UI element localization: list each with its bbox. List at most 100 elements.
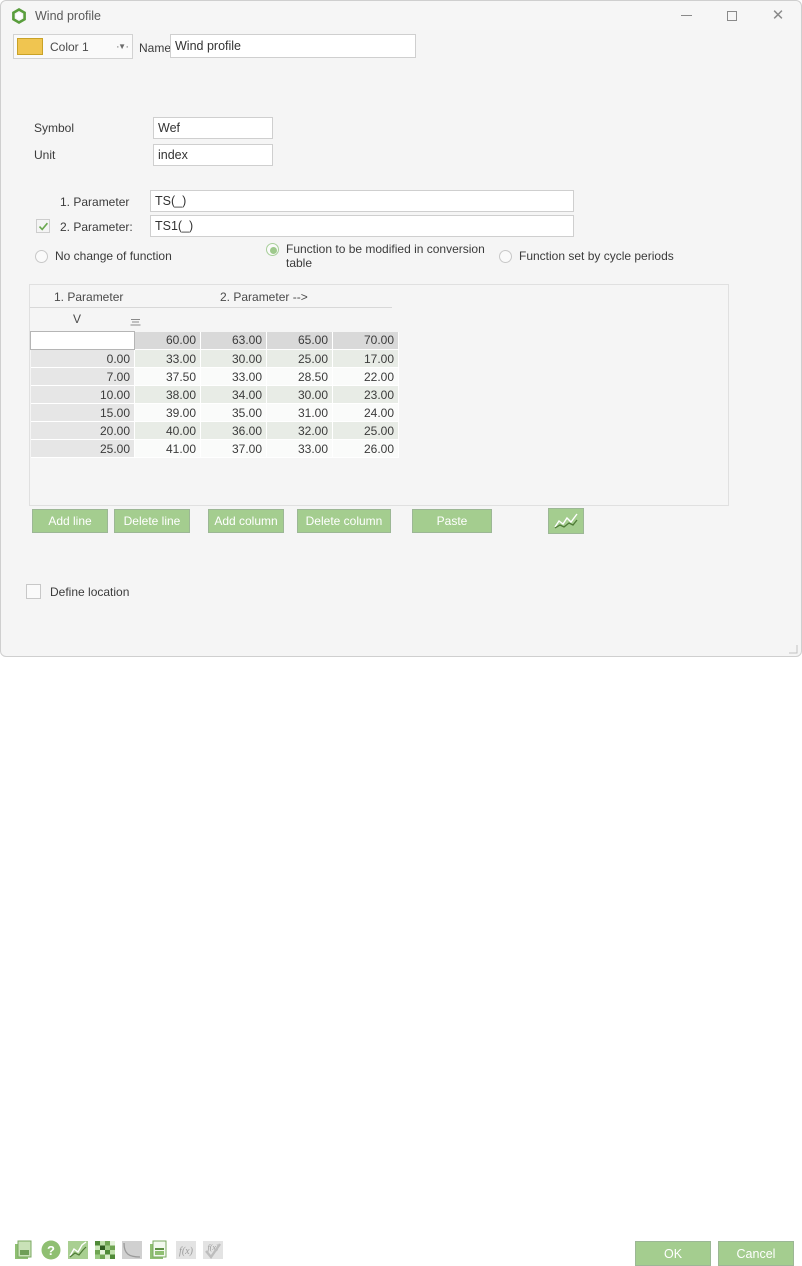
table-cell[interactable]: 33.00	[200, 367, 267, 386]
table-header-param2: 2. Parameter -->	[220, 290, 308, 304]
radio-function-modified-in-conversion-table[interactable]: Function to be modified in conversion ta…	[266, 242, 501, 270]
table-row-header[interactable]: 25.00	[30, 439, 135, 458]
table-cell[interactable]: 33.00	[134, 349, 201, 368]
table-cell[interactable]: 30.00	[266, 385, 333, 404]
table-body: 60.00 63.00 65.00 70.00 0.00 33.00 30.00…	[30, 331, 399, 458]
table-row-header[interactable]: 0.00	[30, 349, 135, 368]
radio-label: Function set by cycle periods	[519, 249, 674, 263]
param2-input[interactable]: TS1(_)	[150, 215, 574, 237]
name-input[interactable]: Wind profile	[170, 34, 416, 58]
table-subheader-row: V	[30, 308, 392, 331]
param2-label: 2. Parameter:	[60, 220, 133, 234]
table-cell[interactable]: 17.00	[332, 349, 399, 368]
help-question-icon[interactable]: ?	[40, 1239, 62, 1261]
align-lines-icon[interactable]	[130, 316, 141, 330]
radio-label: No change of function	[55, 249, 172, 263]
wind-profile-dialog: Wind profile ✕ Color 1 ▼ ··· Name: Wind …	[0, 0, 802, 1266]
radio-no-change-of-function[interactable]: No change of function	[35, 249, 172, 263]
table-cell[interactable]: 37.50	[134, 367, 201, 386]
matrix-grid-icon[interactable]	[94, 1239, 116, 1261]
function-fx-check-icon[interactable]: f(x)	[202, 1239, 224, 1261]
table-column-header[interactable]: 63.00	[200, 331, 267, 350]
function-fx-icon[interactable]: f(x)	[175, 1239, 197, 1261]
resize-grip[interactable]	[788, 643, 798, 654]
maximize-icon	[727, 10, 737, 21]
table-symbol-label: V	[73, 312, 82, 326]
table-cell[interactable]: 36.00	[200, 421, 267, 440]
table-row-header[interactable]: 7.00	[30, 367, 135, 386]
table-row-header[interactable]: 15.00	[30, 403, 135, 422]
table-cell[interactable]: 32.00	[266, 421, 333, 440]
symbol-input[interactable]: Wef	[153, 117, 273, 139]
color-more-button[interactable]: ···	[113, 34, 133, 59]
window-title: Wind profile	[35, 8, 101, 23]
radio-icon-selected	[266, 243, 279, 256]
document-table-icon[interactable]	[148, 1239, 170, 1261]
radio-icon	[35, 250, 48, 263]
table-header-row: 1. Parameter 2. Parameter -->	[30, 285, 392, 308]
table-cell[interactable]: 35.00	[200, 403, 267, 422]
table-cell[interactable]: 26.00	[332, 439, 399, 458]
table-cell[interactable]: 23.00	[332, 385, 399, 404]
table-column-header[interactable]: 60.00	[134, 331, 201, 350]
minimize-button[interactable]	[663, 1, 709, 30]
table-column-header[interactable]: 70.00	[332, 331, 399, 350]
ok-button[interactable]: OK	[635, 1241, 711, 1266]
unit-label: Unit	[34, 148, 56, 162]
table-corner-cell[interactable]	[30, 331, 135, 350]
cancel-button[interactable]: Cancel	[718, 1241, 794, 1266]
color-swatch	[17, 38, 43, 55]
color-name-toolbar: Color 1 ▼ ··· Name: Wind profile	[1, 30, 801, 66]
table-row: 15.00 39.00 35.00 31.00 24.00	[30, 403, 399, 422]
param1-label: 1. Parameter	[60, 195, 130, 209]
table-cell[interactable]: 25.00	[266, 349, 333, 368]
add-line-button[interactable]: Add line	[32, 509, 108, 533]
unit-input[interactable]: index	[153, 144, 273, 166]
table-cell[interactable]: 25.00	[332, 421, 399, 440]
symbol-label: Symbol	[34, 121, 75, 135]
param1-input[interactable]: TS(_)	[150, 190, 574, 212]
table-row-header[interactable]: 10.00	[30, 385, 135, 404]
close-button[interactable]: ✕	[755, 1, 801, 30]
document-copy-icon[interactable]	[13, 1239, 35, 1261]
table-cell[interactable]: 31.00	[266, 403, 333, 422]
check-icon	[38, 222, 48, 231]
table-cell[interactable]: 22.00	[332, 367, 399, 386]
function-mode-group: No change of function Function to be mod…	[1, 242, 801, 276]
minimize-icon	[680, 15, 692, 16]
radio-label: Function to be modified in conversion ta…	[286, 242, 485, 270]
radio-icon	[499, 250, 512, 263]
delete-column-button[interactable]: Delete column	[297, 509, 391, 533]
table-column-header-row: 60.00 63.00 65.00 70.00	[30, 331, 399, 350]
table-cell[interactable]: 30.00	[200, 349, 267, 368]
show-chart-button[interactable]	[548, 508, 584, 534]
svg-text:f(x): f(x)	[179, 1246, 194, 1257]
table-cell[interactable]: 24.00	[332, 403, 399, 422]
table-cell[interactable]: 37.00	[200, 439, 267, 458]
table-cell[interactable]: 33.00	[266, 439, 333, 458]
table-column-header[interactable]: 65.00	[266, 331, 333, 350]
bottom-bar: ? f(x) f(x) OK Cancel	[1, 618, 801, 1266]
maximize-button[interactable]	[709, 1, 755, 30]
table-row: 25.00 41.00 37.00 33.00 26.00	[30, 439, 399, 458]
table-cell[interactable]: 38.00	[134, 385, 201, 404]
table-cell[interactable]: 40.00	[134, 421, 201, 440]
define-location-label: Define location	[50, 584, 130, 599]
define-location-checkbox[interactable]: Define location	[26, 584, 129, 599]
table-cell[interactable]: 28.50	[266, 367, 333, 386]
hexagon-ring-icon	[11, 7, 27, 24]
paste-button[interactable]: Paste	[412, 509, 492, 533]
table-row-header[interactable]: 20.00	[30, 421, 135, 440]
conversion-table[interactable]: 60.00 63.00 65.00 70.00 0.00 33.00 30.00…	[30, 331, 399, 458]
curve-icon[interactable]	[121, 1239, 143, 1261]
table-cell[interactable]: 39.00	[134, 403, 201, 422]
add-column-button[interactable]: Add column	[208, 509, 284, 533]
table-row: 10.00 38.00 34.00 30.00 23.00	[30, 385, 399, 404]
param2-checkbox[interactable]	[36, 219, 50, 233]
table-cell[interactable]: 34.00	[200, 385, 267, 404]
delete-line-button[interactable]: Delete line	[114, 509, 190, 533]
table-cell[interactable]: 41.00	[134, 439, 201, 458]
line-chart-icon[interactable]	[67, 1239, 89, 1261]
title-bar: Wind profile ✕	[1, 1, 801, 30]
radio-function-set-by-cycle-periods[interactable]: Function set by cycle periods	[499, 249, 674, 263]
